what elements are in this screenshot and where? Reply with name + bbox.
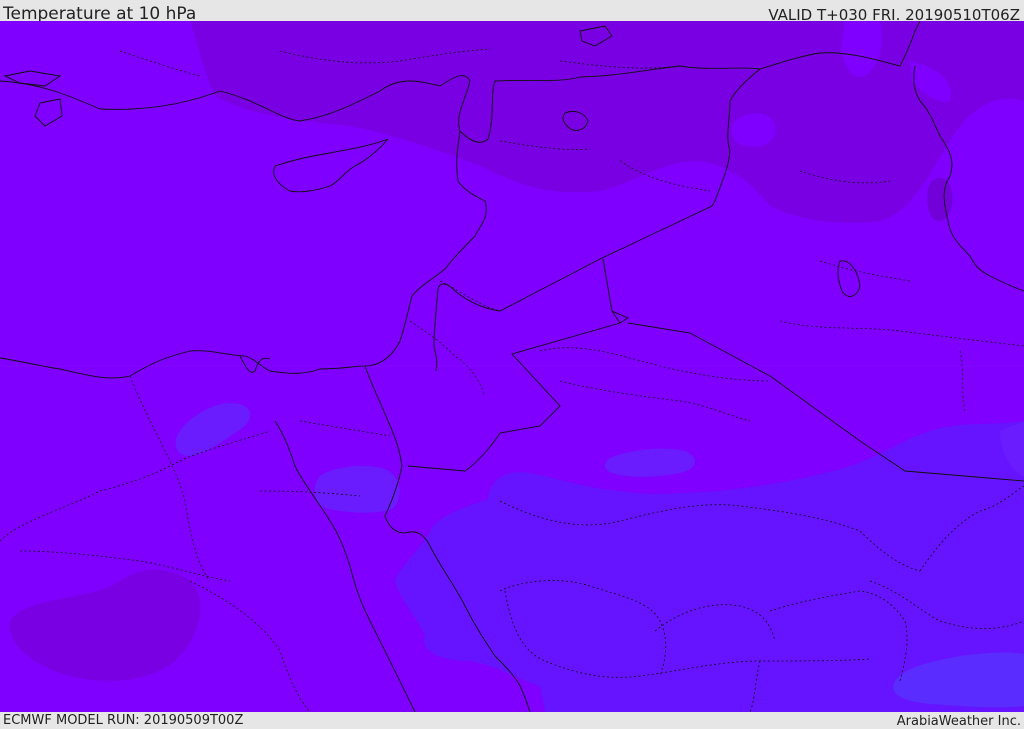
cold-spot-iraq — [927, 177, 953, 221]
footer-bar: ECMWF MODEL RUN: 20190509T00Z ArabiaWeat… — [0, 712, 1024, 729]
warm-blob-sinai — [314, 465, 400, 513]
model-run-label: ECMWF MODEL RUN: 20190509T00Z — [3, 713, 244, 728]
header-bar: Temperature at 10 hPa VALID T+030 FRI. 2… — [0, 0, 1024, 24]
credit-label: ArabiaWeather Inc. — [896, 714, 1021, 729]
temperature-map — [0, 21, 1024, 712]
